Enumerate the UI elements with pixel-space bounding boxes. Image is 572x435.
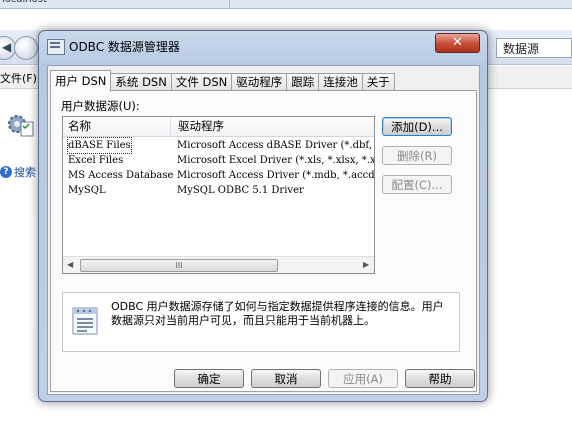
item-name: dBASE Files [67,137,132,154]
item-name: Excel Files [68,155,124,166]
item-driver: Microsoft Excel Driver (*.xls, *.xlsx, *… [177,155,375,166]
tab-system-dsn[interactable]: 系统 DSN [110,73,172,91]
help-search-label: 搜索 [14,166,36,179]
list-header: 名称 驱动程序 [63,117,374,137]
background-top-text: localhost [2,0,47,5]
remove-button[interactable]: 删除(R) [382,146,452,165]
background-title-strip: localhost [0,0,572,9]
user-dsn-panel: 用户数据源(U): 名称 驱动程序 dBASE Files Microsoft … [50,90,477,392]
item-driver: Microsoft Access Driver (*.mdb, *.accdb) [177,170,375,181]
menu-file[interactable]: 文件(F) [0,70,37,86]
list-item[interactable]: dBASE Files Microsoft Access dBASE Drive… [63,137,374,154]
close-button[interactable]: ✕ [435,33,480,53]
odbc-window-icon [47,39,65,55]
forward-button[interactable] [14,36,38,60]
scroll-right-icon[interactable]: ▶ [363,260,369,269]
back-arrow-icon: ◀ [2,40,12,54]
dialog-title: ODBC 数据源管理器 [69,40,180,54]
dialog-body: 用户 DSN 系统 DSN 文件 DSN 驱动程序 跟踪 连接池 关于 用户数据… [47,65,480,395]
help-search-link[interactable]: ? 搜索 [0,164,36,180]
tab-about[interactable]: 关于 [361,73,395,91]
horizontal-scrollbar[interactable]: ◀ III ▶ [63,256,374,273]
configure-button[interactable]: 配置(C)... [382,175,452,194]
tab-drivers[interactable]: 驱动程序 [231,73,288,91]
tab-tracing[interactable]: 跟踪 [286,73,320,91]
info-box: ODBC 用户数据源存储了如何与指定数据提供程序连接的信息。用户数据源只对当前用… [62,292,460,352]
background-search-input[interactable]: 数据源 [496,38,572,58]
item-driver: MySQL ODBC 5.1 Driver [177,185,304,196]
item-driver: Microsoft Access dBASE Driver (*.dbf, *.… [177,140,374,151]
item-name: MS Access Database [68,170,174,181]
scroll-left-icon[interactable]: ◀ [67,260,73,269]
apply-button[interactable]: 应用(A) [328,369,398,388]
item-name: MySQL [68,185,106,196]
tab-connection-pooling[interactable]: 连接池 [318,73,363,91]
column-header-name[interactable]: 名称 [63,117,171,136]
odbc-info-icon [72,307,98,335]
background-divider [229,0,230,8]
cancel-button[interactable]: 取消 [251,369,321,388]
tab-file-dsn[interactable]: 文件 DSN [170,73,233,91]
info-text: ODBC 用户数据源存储了如何与指定数据提供程序连接的信息。用户数据源只对当前用… [111,300,444,327]
scroll-thumb[interactable]: III [80,259,278,272]
list-item[interactable]: MySQL MySQL ODBC 5.1 Driver [63,183,374,198]
list-item[interactable]: Excel Files Microsoft Excel Driver (*.xl… [63,153,374,168]
user-data-sources-label: 用户数据源(U): [61,99,140,113]
help-button[interactable]: 帮助 [405,369,475,388]
control-panel-gear-icon [8,115,34,137]
add-button[interactable]: 添加(D)... [382,117,452,136]
column-header-driver[interactable]: 驱动程序 [171,117,374,136]
odbc-dialog: ODBC 数据源管理器 ✕ 用户 DSN 系统 DSN 文件 DSN 驱动程序 … [38,30,488,402]
tab-strip: 用户 DSN 系统 DSN 文件 DSN 驱动程序 跟踪 连接池 关于 [50,70,395,92]
ok-button[interactable]: 确定 [174,369,244,388]
help-icon: ? [0,166,12,178]
data-source-list[interactable]: 名称 驱动程序 dBASE Files Microsoft Access dBA… [62,116,375,274]
tab-user-dsn[interactable]: 用户 DSN [50,70,112,92]
list-item[interactable]: MS Access Database Microsoft Access Driv… [63,168,374,183]
